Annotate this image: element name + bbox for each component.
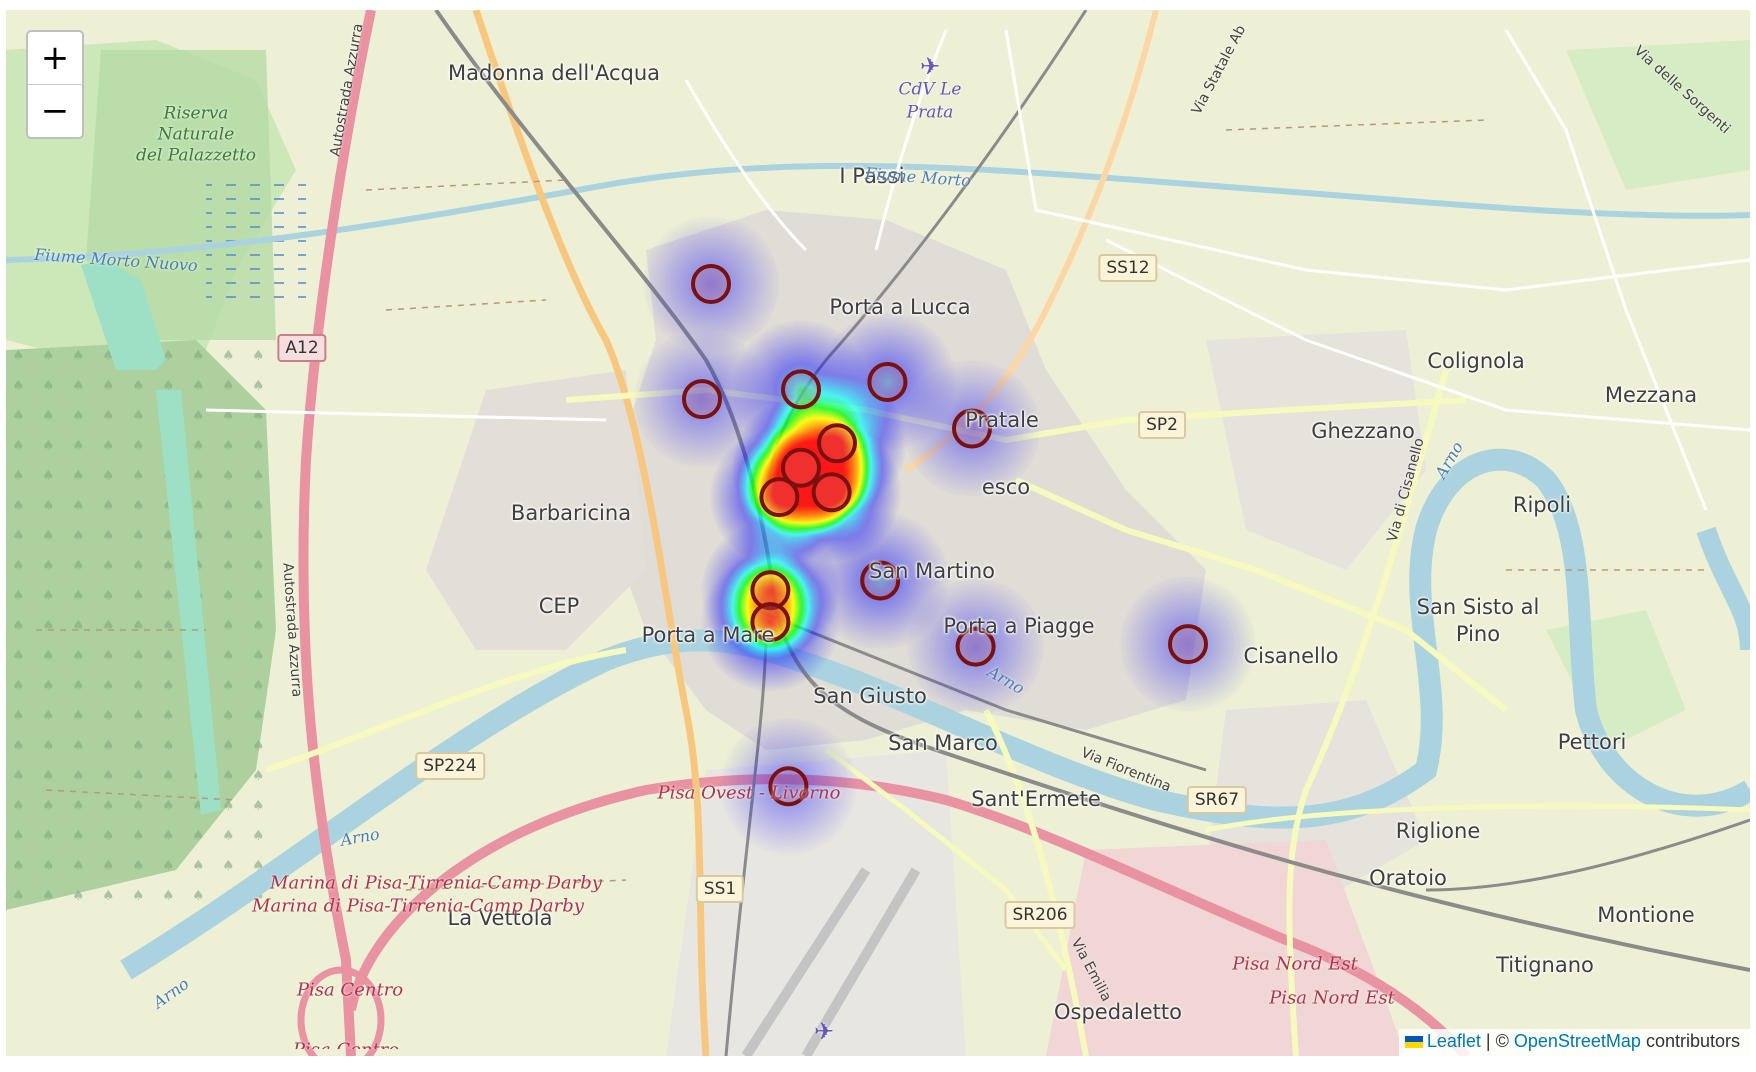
circle-marker[interactable] [1168, 624, 1208, 665]
circle-marker[interactable] [860, 560, 901, 601]
zoom-control: + − [26, 30, 84, 139]
circle-marker[interactable] [759, 477, 800, 518]
road-shield: SR206 [1004, 901, 1076, 929]
road-shield: SS1 [695, 875, 745, 903]
circle-marker[interactable] [781, 369, 821, 410]
map-container[interactable]: ♠ [6, 10, 1750, 1056]
attribution-bar: Leaflet | © OpenStreetMap contributors [1398, 1029, 1750, 1056]
zoom-out-button[interactable]: − [28, 85, 82, 137]
road-shield: SP2 [1138, 411, 1186, 439]
marker-layer[interactable] [6, 10, 1750, 1056]
circle-marker[interactable] [691, 264, 731, 304]
ukraine-flag-icon [1404, 1036, 1423, 1049]
circle-marker[interactable] [682, 379, 722, 420]
circle-marker[interactable] [768, 766, 809, 807]
circle-marker[interactable] [811, 472, 852, 513]
attribution-suffix: contributors [1645, 1031, 1740, 1051]
zoom-in-button[interactable]: + [28, 32, 82, 85]
road-shield: A12 [277, 334, 327, 362]
circle-marker[interactable] [867, 362, 908, 402]
road-shield: SR67 [1186, 786, 1248, 814]
circle-marker[interactable] [955, 626, 996, 667]
leaflet-link[interactable]: Leaflet [1427, 1031, 1481, 1051]
openstreetmap-link[interactable]: OpenStreetMap [1514, 1031, 1641, 1051]
attribution-separator: | © [1485, 1031, 1509, 1051]
circle-marker[interactable] [817, 423, 857, 464]
circle-marker[interactable] [952, 408, 992, 449]
road-shield: SS12 [1098, 254, 1158, 282]
circle-marker[interactable] [750, 602, 791, 643]
road-shield: SP224 [415, 752, 485, 780]
